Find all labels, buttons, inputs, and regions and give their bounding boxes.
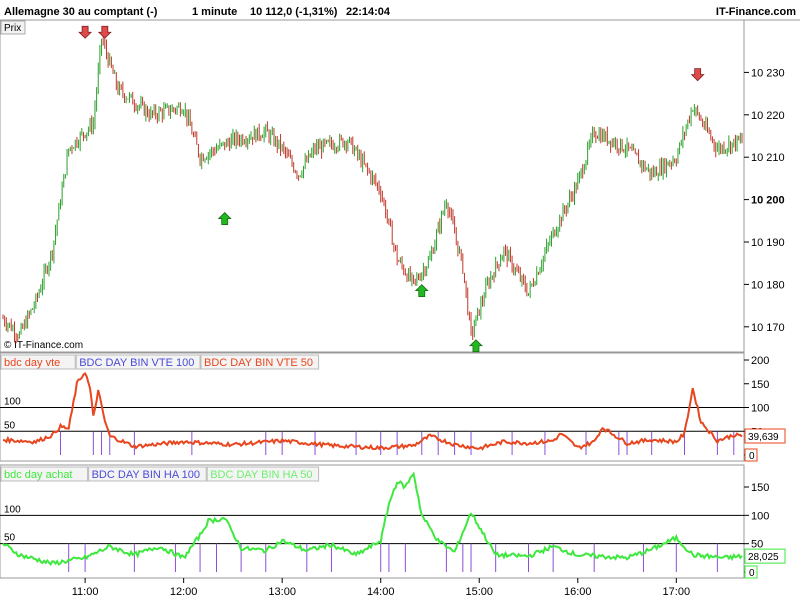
x-tick-label: 15:00	[465, 586, 493, 598]
x-tick-label: 11:00	[72, 586, 99, 598]
y-tick-label: 10 220	[751, 110, 785, 122]
price-label: Prix	[4, 23, 21, 34]
y-tick-label: 10 230	[751, 67, 785, 79]
y-tick-label: 10 170	[751, 322, 785, 334]
legend-label: BDC DAY BIN VTE 100	[79, 357, 194, 369]
y-tick-label: 10 200	[751, 195, 785, 207]
brand-label: IT-Finance.com	[716, 6, 796, 18]
y-tick-label: 10 190	[751, 237, 785, 249]
y-tick-label: 150	[751, 482, 769, 494]
last-value: 39,639	[748, 432, 779, 443]
x-tick-label: 17:00	[663, 586, 691, 598]
chart-canvas: Allemagne 30 au comptant (-) 1 minute 10…	[0, 0, 800, 600]
x-tick-label: 14:00	[367, 586, 395, 598]
y-tick-label: 10 210	[751, 152, 785, 164]
y-tick-label: 150	[751, 379, 769, 391]
legend-label: BDC DAY BIN HA 50	[210, 469, 312, 481]
level-label: 100	[4, 504, 21, 515]
zero-label: 0	[749, 568, 755, 579]
clock-time: 22:14:04	[346, 6, 391, 18]
last-value: 28,025	[748, 552, 779, 563]
y-tick-label: 100	[751, 510, 769, 522]
legend-label: bdc day vte	[4, 357, 60, 369]
instrument-title: Allemagne 30 au comptant (-)	[4, 6, 158, 18]
legend-label: BDC DAY BIN VTE 50	[204, 357, 313, 369]
level-label: 50	[4, 420, 16, 431]
x-tick-label: 16:00	[564, 586, 592, 598]
legend-label: bdc day achat	[4, 469, 73, 481]
level-label: 50	[4, 533, 16, 544]
legend-label: BDC DAY BIN HA 100	[92, 469, 200, 481]
x-tick-label: 12:00	[170, 586, 198, 598]
level-label: 100	[4, 397, 21, 408]
interval-label: 1 minute	[192, 6, 237, 18]
x-tick-label: 13:00	[268, 586, 296, 598]
zero-label: 0	[749, 451, 755, 462]
y-tick-label: 100	[751, 403, 769, 415]
y-tick-label: 10 180	[751, 279, 785, 291]
last-price: 10 112,0 (-1,31%)	[250, 6, 338, 18]
y-tick-label: 200	[751, 355, 769, 367]
